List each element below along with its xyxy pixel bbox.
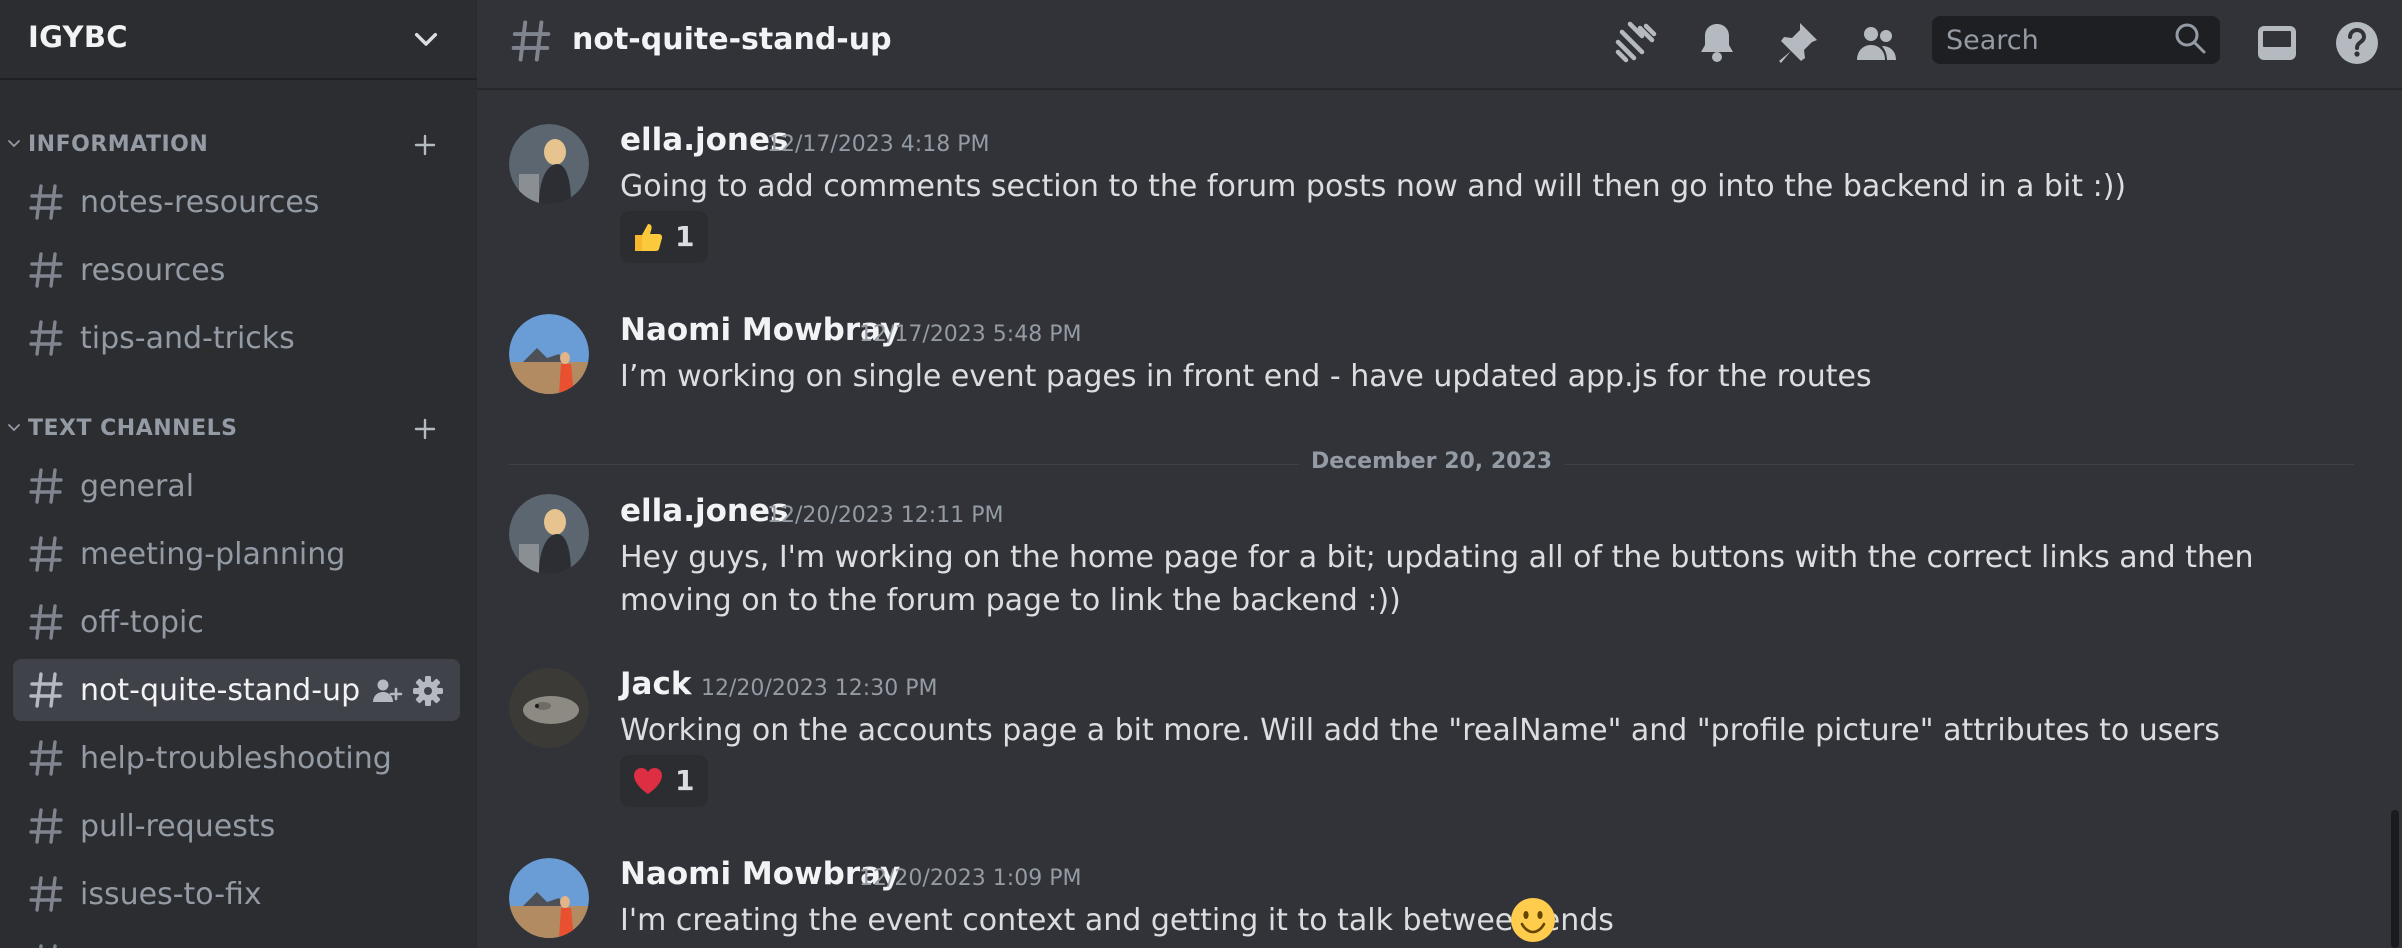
reaction-count: 1 <box>675 220 695 253</box>
hash-icon <box>29 252 63 288</box>
avatar[interactable] <box>509 314 589 394</box>
channel-tips-and-tricks[interactable]: tips-and-tricks <box>13 307 460 369</box>
hash-icon <box>29 604 63 640</box>
add-channel-icon[interactable] <box>410 414 440 444</box>
add-channel-icon[interactable] <box>410 130 440 160</box>
reaction-thumbs-up[interactable]: 1 <box>620 211 708 263</box>
channel-label: resources <box>80 253 226 288</box>
scrollbar-thumb[interactable] <box>2391 810 2399 948</box>
inbox-icon[interactable] <box>2252 18 2302 68</box>
hash-icon <box>29 672 63 708</box>
hash-icon <box>29 740 63 776</box>
hash-icon <box>29 468 63 504</box>
avatar[interactable] <box>509 494 589 574</box>
message-text: Going to add comments section to the for… <box>620 169 2127 204</box>
channel-notes-resources[interactable]: notes-resources <box>13 171 460 233</box>
message-text: Working on the accounts page a bit more.… <box>620 713 2220 748</box>
members-icon[interactable] <box>1852 18 1902 68</box>
slightly-smiling-face-icon <box>1511 898 1555 942</box>
channel-label: help-troubleshooting <box>80 741 392 776</box>
help-icon[interactable] <box>2332 18 2382 68</box>
divider-date: December 20, 2023 <box>1298 449 1565 474</box>
channel-resources[interactable]: resources <box>13 239 460 301</box>
server-name: IGYBC <box>28 20 128 54</box>
channel-label: meeting-planning <box>80 537 346 572</box>
bell-icon[interactable] <box>1692 18 1742 68</box>
message-timestamp: 12/17/2023 4:18 PM <box>767 132 990 157</box>
avatar[interactable] <box>509 124 589 204</box>
server-header[interactable]: IGYBC <box>0 0 477 80</box>
message-timestamp: 12/20/2023 12:30 PM <box>701 676 938 701</box>
reaction-count: 1 <box>675 764 695 797</box>
hash-icon <box>511 20 551 62</box>
avatar[interactable] <box>509 858 589 938</box>
date-divider: December 20, 2023 <box>509 449 2354 479</box>
pin-icon[interactable] <box>1772 18 1822 68</box>
channel-label: issues-to-fix <box>80 877 262 912</box>
message-timestamp: 12/20/2023 12:11 PM <box>767 503 1004 528</box>
channel-pull-requests[interactable]: pull-requests <box>13 795 460 857</box>
message-author[interactable]: Jack <box>620 666 691 702</box>
message-timestamp: 12/20/2023 1:09 PM <box>859 866 1082 891</box>
message-timestamp: 12/17/2023 5:48 PM <box>859 322 1082 347</box>
message-author[interactable]: ella.jones <box>620 493 788 529</box>
category-label: INFORMATION <box>28 132 209 157</box>
channel-partial[interactable] <box>13 931 460 948</box>
reaction-heart[interactable]: 1 <box>620 755 708 807</box>
channel-label: general <box>80 469 195 504</box>
channel-sidebar: IGYBC INFORMATION notes-resources resour… <box>0 0 477 948</box>
hash-icon <box>29 184 63 220</box>
channel-issues-to-fix[interactable]: issues-to-fix <box>13 863 460 925</box>
thumbs-up-icon <box>635 224 663 251</box>
avatar[interactable] <box>509 668 589 748</box>
channel-help-troubleshooting[interactable]: help-troubleshooting <box>13 727 460 789</box>
search-input[interactable] <box>1932 16 2172 64</box>
hash-icon <box>29 320 63 356</box>
category-label: TEXT CHANNELS <box>28 416 238 441</box>
threads-icon[interactable] <box>1612 18 1662 68</box>
channel-general[interactable]: general <box>13 455 460 517</box>
chevron-down-icon <box>8 424 20 432</box>
hash-icon <box>29 876 63 912</box>
message-list: ella.jones 12/17/2023 4:18 PM Going to a… <box>477 92 2402 948</box>
channel-label: off-topic <box>80 605 204 640</box>
message-text: I’m working on single event pages in fro… <box>620 359 1872 394</box>
channel-label: notes-resources <box>80 185 320 220</box>
message-text: Hey guys, I'm working on the home page f… <box>620 540 2254 618</box>
hash-icon <box>29 536 63 572</box>
hash-icon <box>29 808 63 844</box>
hash-icon <box>39 944 57 948</box>
invite-user-icon[interactable] <box>371 675 403 707</box>
category-text-channels[interactable]: TEXT CHANNELS <box>0 408 477 448</box>
channel-off-topic[interactable]: off-topic <box>13 591 460 653</box>
chevron-down-icon <box>8 140 20 148</box>
gear-icon[interactable] <box>411 674 445 708</box>
channel-label: pull-requests <box>80 809 276 844</box>
channel-label: tips-and-tricks <box>80 321 295 356</box>
channel-title: not-quite-stand-up <box>572 22 892 57</box>
heart-icon <box>634 768 662 794</box>
message-author[interactable]: ella.jones <box>620 122 788 158</box>
category-information[interactable]: INFORMATION <box>0 124 477 164</box>
channel-header: not-quite-stand-up <box>477 0 2402 90</box>
channel-meeting-planning[interactable]: meeting-planning <box>13 523 460 585</box>
search-icon[interactable] <box>2172 20 2208 56</box>
chevron-down-icon[interactable] <box>410 24 442 56</box>
channel-not-quite-stand-up[interactable]: not-quite-stand-up <box>13 659 460 721</box>
message-text: I'm creating the event context and getti… <box>620 903 1614 938</box>
channel-label: not-quite-stand-up <box>80 673 361 708</box>
